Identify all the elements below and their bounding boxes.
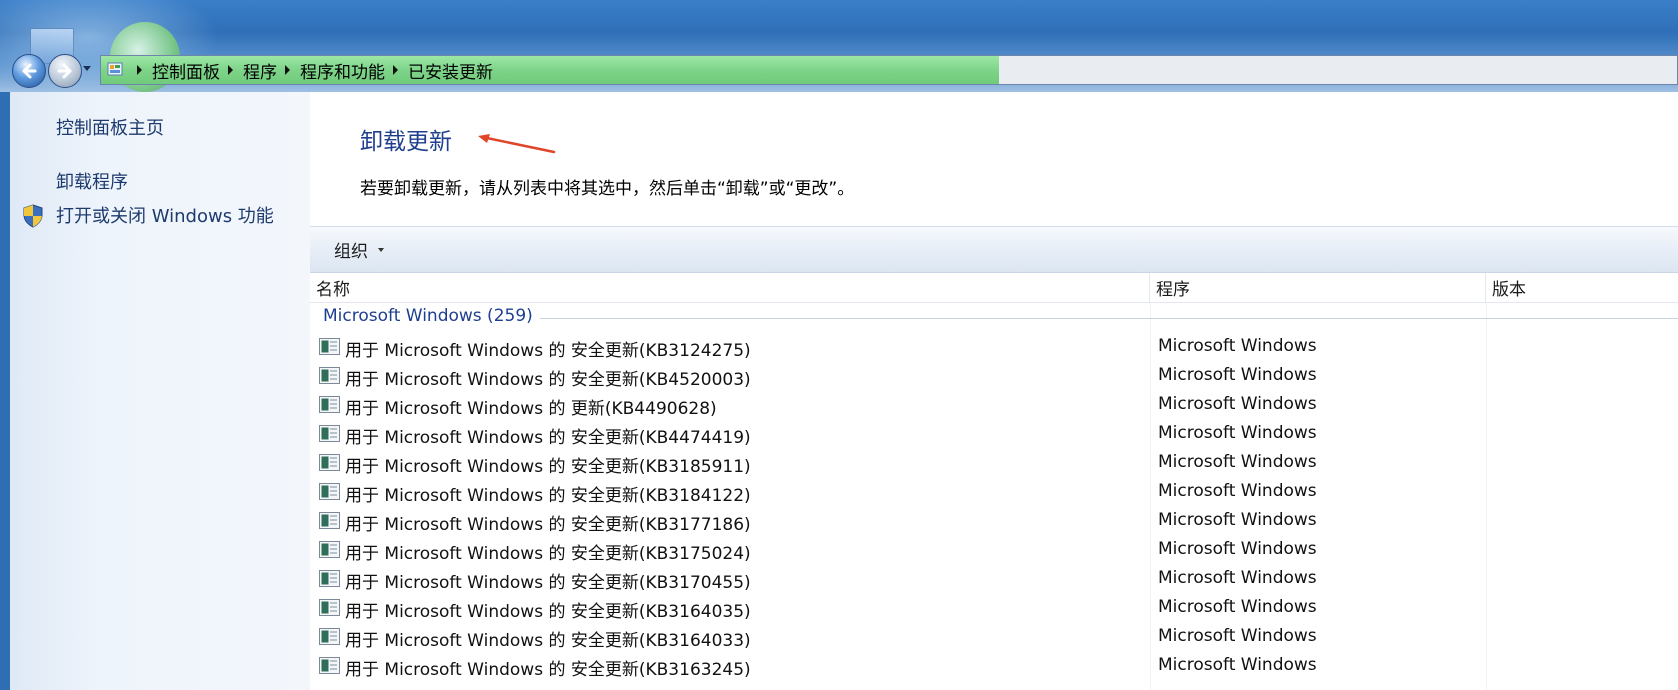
command-toolbar: 组织 bbox=[310, 226, 1678, 273]
group-divider-line bbox=[540, 318, 1678, 319]
update-name: 用于 Microsoft Windows 的 安全更新(KB3177186) bbox=[345, 515, 751, 535]
update-package-icon bbox=[319, 367, 340, 384]
breadcrumb-separator-icon[interactable] bbox=[285, 65, 290, 75]
update-package-icon bbox=[319, 657, 340, 674]
update-package-icon bbox=[319, 454, 340, 471]
update-name: 用于 Microsoft Windows 的 安全更新(KB3185911) bbox=[345, 457, 751, 477]
breadcrumb-separator-icon[interactable] bbox=[228, 65, 233, 75]
back-arrow-icon bbox=[22, 63, 37, 79]
group-header[interactable]: Microsoft Windows (259) bbox=[310, 303, 1678, 333]
update-program: Microsoft Windows bbox=[1158, 423, 1317, 443]
update-name: 用于 Microsoft Windows 的 更新(KB4490628) bbox=[345, 399, 717, 419]
back-button[interactable] bbox=[12, 54, 46, 88]
windows-features-link[interactable]: 打开或关闭 Windows 功能 bbox=[56, 202, 274, 228]
page-description: 若要卸载更新，请从列表中将其选中，然后单击“卸载”或“更改”。 bbox=[360, 179, 855, 199]
breadcrumb-separator-icon[interactable] bbox=[137, 65, 142, 75]
update-package-icon bbox=[319, 425, 340, 442]
breadcrumb-separator-icon[interactable] bbox=[393, 65, 398, 75]
update-package-icon bbox=[319, 396, 340, 413]
update-name: 用于 Microsoft Windows 的 安全更新(KB4520003) bbox=[345, 370, 751, 390]
column-header-row: 名称 程序 版本 bbox=[310, 273, 1678, 303]
update-package-icon bbox=[319, 628, 340, 645]
control-panel-icon bbox=[107, 62, 123, 76]
address-bar[interactable]: 控制面板 程序 程序和功能 已安装更新 bbox=[100, 55, 1678, 85]
update-name: 用于 Microsoft Windows 的 安全更新(KB4474419) bbox=[345, 428, 751, 448]
update-program: Microsoft Windows bbox=[1158, 452, 1317, 472]
update-package-icon bbox=[319, 338, 340, 355]
update-name: 用于 Microsoft Windows 的 安全更新(KB3164035) bbox=[345, 602, 751, 622]
group-label: Microsoft Windows (259) bbox=[323, 306, 539, 326]
navigation-pane: 控制面板主页 卸载程序 打开或关闭 Windows 功能 bbox=[0, 92, 310, 690]
update-program: Microsoft Windows bbox=[1158, 394, 1317, 414]
uninstall-program-link[interactable]: 卸载程序 bbox=[56, 168, 128, 194]
update-name: 用于 Microsoft Windows 的 安全更新(KB3164033) bbox=[345, 631, 751, 651]
update-program: Microsoft Windows bbox=[1158, 626, 1317, 646]
breadcrumb-item-programs[interactable]: 程序 bbox=[243, 58, 277, 83]
breadcrumb-item-control-panel[interactable]: 控制面板 bbox=[152, 58, 220, 83]
table-row[interactable]: 用于 Microsoft Windows 的 安全更新(KB3170455) Mi… bbox=[310, 565, 1678, 594]
forward-arrow-icon bbox=[57, 63, 72, 79]
update-program: Microsoft Windows bbox=[1158, 365, 1317, 385]
update-program: Microsoft Windows bbox=[1158, 481, 1317, 501]
update-program: Microsoft Windows bbox=[1158, 336, 1317, 356]
recent-pages-chevron-down-icon[interactable] bbox=[83, 66, 91, 71]
update-program: Microsoft Windows bbox=[1158, 568, 1317, 588]
uac-shield-icon bbox=[23, 204, 43, 228]
update-name: 用于 Microsoft Windows 的 安全更新(KB3124275) bbox=[345, 341, 751, 361]
breadcrumb: 控制面板 程序 程序和功能 已安装更新 bbox=[129, 56, 493, 84]
update-name: 用于 Microsoft Windows 的 安全更新(KB3170455) bbox=[345, 573, 751, 593]
forward-button[interactable] bbox=[48, 54, 82, 88]
main-content: 卸载更新 若要卸载更新，请从列表中将其选中，然后单击“卸载”或“更改”。 组织 … bbox=[310, 92, 1678, 690]
organize-label: 组织 bbox=[334, 242, 368, 262]
breadcrumb-item-programs-and-features[interactable]: 程序和功能 bbox=[300, 58, 385, 83]
table-row[interactable]: 用于 Microsoft Windows 的 安全更新(KB3124275) Mi… bbox=[310, 333, 1678, 362]
control-panel-home-link[interactable]: 控制面板主页 bbox=[56, 114, 164, 140]
update-name: 用于 Microsoft Windows 的 安全更新(KB3163245) bbox=[345, 660, 751, 680]
table-row[interactable]: 用于 Microsoft Windows 的 安全更新(KB4474419) Mi… bbox=[310, 420, 1678, 449]
update-name: 用于 Microsoft Windows 的 安全更新(KB3175024) bbox=[345, 544, 751, 564]
update-package-icon bbox=[319, 570, 340, 587]
organize-button[interactable]: 组织 bbox=[334, 227, 384, 272]
update-package-icon bbox=[319, 483, 340, 500]
table-row[interactable]: 用于 Microsoft Windows 的 安全更新(KB3163245) Mi… bbox=[310, 652, 1678, 681]
update-package-icon bbox=[319, 541, 340, 558]
updates-list: 用于 Microsoft Windows 的 安全更新(KB3124275) Mi… bbox=[310, 333, 1678, 681]
table-row[interactable]: 用于 Microsoft Windows 的 安全更新(KB4520003) Mi… bbox=[310, 362, 1678, 391]
update-program: Microsoft Windows bbox=[1158, 655, 1317, 675]
column-header-version[interactable]: 版本 bbox=[1486, 273, 1678, 302]
page-title: 卸载更新 bbox=[360, 129, 452, 155]
table-row[interactable]: 用于 Microsoft Windows 的 安全更新(KB3175024) Mi… bbox=[310, 536, 1678, 565]
table-row[interactable]: 用于 Microsoft Windows 的 安全更新(KB3164035) Mi… bbox=[310, 594, 1678, 623]
table-row[interactable]: 用于 Microsoft Windows 的 安全更新(KB3184122) Mi… bbox=[310, 478, 1678, 507]
table-row[interactable]: 用于 Microsoft Windows 的 安全更新(KB3164033) Mi… bbox=[310, 623, 1678, 652]
update-program: Microsoft Windows bbox=[1158, 539, 1317, 559]
update-name: 用于 Microsoft Windows 的 安全更新(KB3184122) bbox=[345, 486, 751, 506]
table-row[interactable]: 用于 Microsoft Windows 的 更新(KB4490628) Micr… bbox=[310, 391, 1678, 420]
annotation-arrow-icon bbox=[478, 134, 556, 154]
update-program: Microsoft Windows bbox=[1158, 597, 1317, 617]
table-row[interactable]: 用于 Microsoft Windows 的 安全更新(KB3177186) Mi… bbox=[310, 507, 1678, 536]
column-header-program[interactable]: 程序 bbox=[1150, 273, 1486, 302]
update-program: Microsoft Windows bbox=[1158, 510, 1317, 530]
update-package-icon bbox=[319, 512, 340, 529]
dropdown-caret-icon bbox=[378, 247, 384, 252]
column-header-name[interactable]: 名称 bbox=[310, 273, 1150, 302]
update-package-icon bbox=[319, 599, 340, 616]
breadcrumb-item-installed-updates[interactable]: 已安装更新 bbox=[408, 58, 493, 83]
table-row[interactable]: 用于 Microsoft Windows 的 安全更新(KB3185911) Mi… bbox=[310, 449, 1678, 478]
